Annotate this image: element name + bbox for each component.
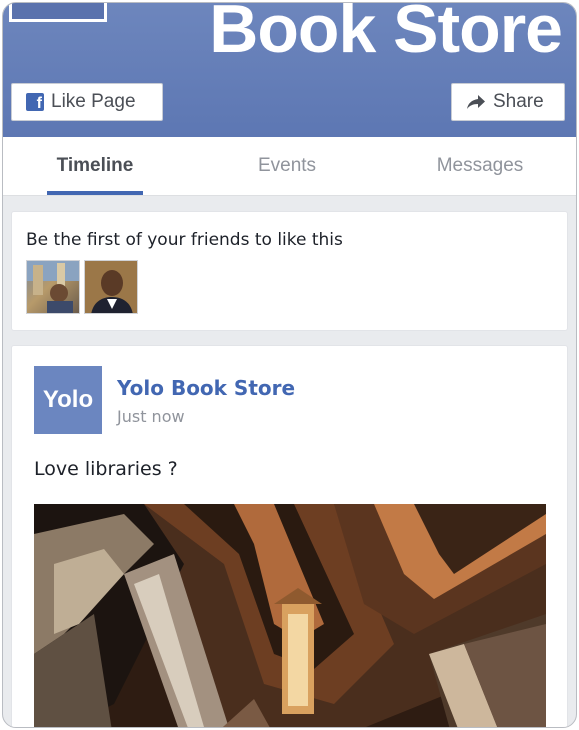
- cover-title: Book Store: [209, 2, 563, 67]
- tab-messages[interactable]: Messages: [405, 137, 555, 195]
- friend-avatar[interactable]: [84, 260, 138, 314]
- page-tabs: Timeline Events Messages: [3, 137, 576, 196]
- friends-like-text: Be the first of your friends to like thi…: [26, 230, 343, 250]
- tab-timeline[interactable]: Timeline: [25, 137, 165, 195]
- share-arrow-icon: [467, 95, 485, 109]
- post-text: Love libraries ?: [34, 458, 178, 480]
- post-timestamp[interactable]: Just now: [117, 407, 185, 426]
- profile-picture-frame[interactable]: [9, 3, 107, 22]
- post-card: Yolo Yolo Book Store Just now Love libra…: [11, 345, 568, 727]
- like-page-label: Like Page: [51, 91, 136, 112]
- post-photo[interactable]: [34, 504, 546, 727]
- friend-avatar[interactable]: [26, 260, 80, 314]
- facebook-page-frame: Book Store f Like Page Share Timeline Ev…: [2, 2, 577, 728]
- friends-like-card: Be the first of your friends to like thi…: [11, 211, 568, 331]
- tab-events[interactable]: Events: [217, 137, 357, 195]
- like-page-button[interactable]: f Like Page: [11, 83, 163, 121]
- post-page-name[interactable]: Yolo Book Store: [117, 376, 295, 400]
- cover-banner: Book Store f Like Page Share: [3, 3, 576, 137]
- share-label: Share: [493, 91, 544, 112]
- page-logo[interactable]: Yolo: [34, 366, 102, 434]
- share-button[interactable]: Share: [451, 83, 565, 121]
- facebook-f-icon: f: [26, 93, 44, 112]
